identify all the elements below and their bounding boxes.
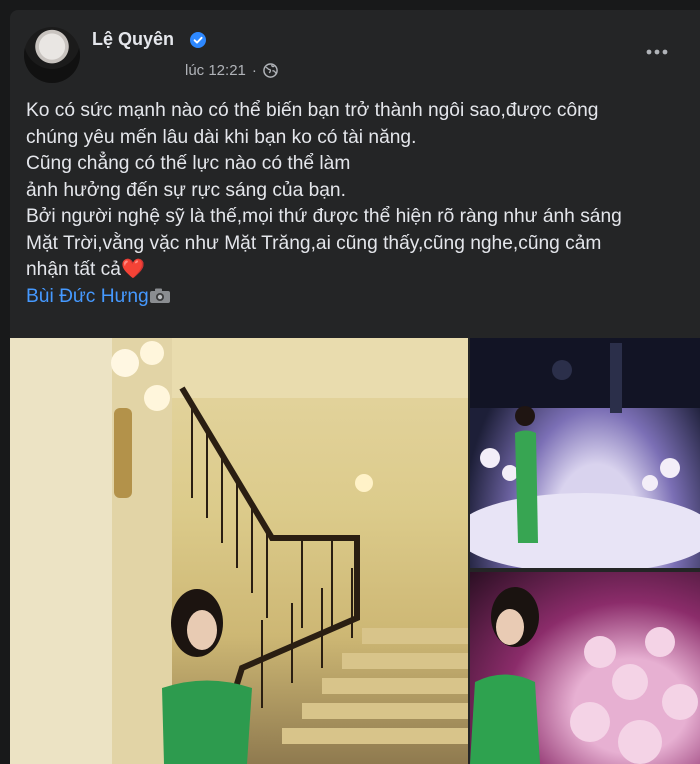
post-line: Mặt Trời,vằng vặc như Mặt Trăng,ai cũng … — [26, 232, 602, 254]
author-name[interactable]: Lệ Quyên — [92, 29, 174, 50]
post-line: Bởi người nghệ sỹ là thế,mọi thứ được th… — [26, 206, 622, 227]
credit-link[interactable]: Bùi Đức Hưng — [26, 286, 149, 307]
heart-emoji: ❤️ — [120, 259, 145, 280]
author-avatar[interactable] — [24, 27, 80, 83]
camera-icon — [149, 288, 170, 303]
globe-icon[interactable] — [263, 63, 278, 78]
post-line: Cũng chẳng có thế lực nào có thể làm — [26, 153, 351, 174]
post-line-last: nhận tất cả❤️ — [26, 257, 696, 284]
post-line: chúng yêu mến lâu dài khi bạn ko có tài … — [26, 126, 417, 148]
staircase-scene — [10, 338, 468, 764]
meta-separator: · — [251, 62, 257, 79]
stage-scene — [470, 338, 700, 568]
post-line: ảnh hưởng đến sự rực sáng của bạn. — [26, 179, 346, 201]
photo-stage-pink[interactable] — [470, 572, 700, 764]
post-card: Lệ Quyên lúc 12:21 · Ko có sức mạnh nào … — [10, 10, 700, 764]
post-body: Ko có sức mạnh nào có thể biến bạn trở t… — [26, 98, 696, 310]
more-options-icon[interactable] — [644, 42, 670, 62]
verified-badge-icon — [190, 32, 206, 48]
photo-credit: Bùi Đức Hưng — [26, 284, 696, 311]
post-meta: lúc 12:21 · — [185, 62, 278, 79]
post-timestamp[interactable]: lúc 12:21 — [185, 62, 246, 79]
stage-flowers-scene — [470, 587, 698, 764]
photo-stage-purple[interactable] — [470, 338, 700, 568]
photo-staircase[interactable] — [10, 338, 468, 764]
post-line: Ko có sức mạnh nào có thể biến bạn trở t… — [26, 100, 599, 121]
post-line: nhận tất cả — [26, 259, 121, 280]
